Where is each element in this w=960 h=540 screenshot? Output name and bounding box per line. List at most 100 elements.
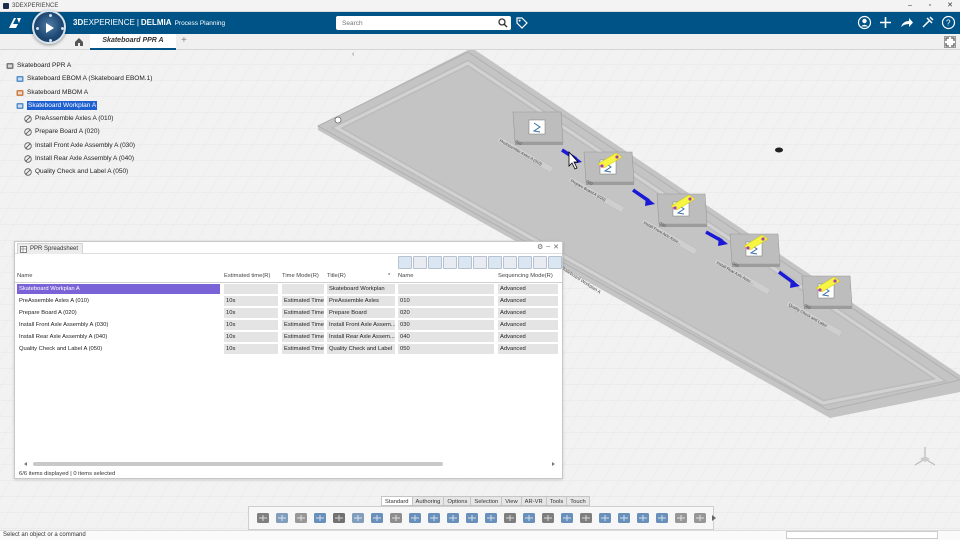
tree-item-label: Install Front Axle Assembly A (030)	[35, 141, 136, 149]
command-tab[interactable]: View	[501, 496, 522, 506]
transfer-icon[interactable]	[483, 510, 499, 526]
collapse-tree-icon[interactable]: ‹	[352, 51, 360, 60]
add-icon[interactable]	[878, 15, 893, 30]
command-tab[interactable]: Selection	[470, 496, 503, 506]
paste-icon[interactable]	[293, 510, 309, 526]
search-input[interactable]	[336, 16, 496, 30]
user-profile-icon[interactable]	[857, 15, 872, 30]
add-tab-button[interactable]: +	[181, 35, 187, 46]
column-header[interactable]: Name	[398, 273, 413, 279]
table-row[interactable]: Install Rear Axle Assembly A (040) 10s Est…	[15, 331, 562, 343]
tree-item-label: Prepare Board A (020)	[35, 128, 100, 136]
minimize-panel-icon[interactable]: –	[546, 243, 550, 251]
column-header[interactable]: Sequencing Mode(R)	[498, 273, 553, 279]
table-row[interactable]: Quality Check and Label A (050) 10s Estima…	[15, 343, 562, 355]
camera-icon[interactable]	[559, 510, 575, 526]
hierarchy-icon[interactable]	[521, 510, 537, 526]
bar-chart-icon[interactable]	[635, 510, 651, 526]
export-icon[interactable]	[692, 510, 708, 526]
link-icon[interactable]	[369, 510, 385, 526]
command-input[interactable]	[786, 531, 938, 539]
tag-icon[interactable]	[515, 16, 529, 30]
search-box[interactable]	[336, 16, 511, 30]
column-header[interactable]: Title(R)	[327, 273, 346, 279]
fullscreen-icon[interactable]	[944, 36, 956, 48]
column-header[interactable]: Time Mode(R)	[282, 273, 319, 279]
flow-icon[interactable]	[502, 510, 518, 526]
gantt-icon[interactable]	[597, 510, 613, 526]
help-icon[interactable]: ?	[941, 15, 956, 30]
columns-icon[interactable]	[413, 256, 427, 269]
tools-icon[interactable]	[920, 15, 935, 30]
search-icon[interactable]	[498, 18, 508, 28]
tree-item[interactable]: Install Rear Axle Assembly A (040)	[4, 152, 204, 165]
tree-item[interactable]: PreAssemble Axles A (010)	[4, 112, 204, 125]
tree-item[interactable]: Install Front Axle Assembly A (030)	[4, 139, 204, 152]
window-controls: – ▫ ✕	[900, 0, 960, 12]
command-tab[interactable]: Authoring	[411, 496, 445, 506]
cycle-icon[interactable]	[426, 510, 442, 526]
scroll-thumb[interactable]	[33, 462, 443, 466]
table-row[interactable]: Prepare Board A (020) 10s Estimated Time Pr…	[15, 307, 562, 319]
swap-icon[interactable]	[533, 256, 547, 269]
table-row[interactable]: Install Front Axle Assembly A (030) 10s Es…	[15, 319, 562, 331]
close-panel-icon[interactable]: ✕	[553, 243, 559, 251]
swap-icon[interactable]	[464, 510, 480, 526]
panel-title: PPR Spreadsheet	[30, 246, 79, 252]
settings-icon[interactable]: ⚙	[537, 243, 543, 251]
zoom-icon[interactable]	[331, 510, 347, 526]
maximize-button[interactable]: ▫	[920, 0, 940, 12]
document-icon[interactable]	[488, 256, 502, 269]
tree-item[interactable]: Skateboard Workplan A	[4, 99, 204, 112]
list-icon[interactable]	[518, 256, 532, 269]
command-tab[interactable]: Tools	[545, 496, 568, 506]
tree-item[interactable]: Skateboard EBOM A (Skateboard EBOM.1)	[4, 72, 204, 85]
tree-item[interactable]: Skateboard PPR A	[4, 59, 204, 72]
command-tab[interactable]: Options	[443, 496, 472, 506]
sync-icon[interactable]	[445, 510, 461, 526]
pen-icon[interactable]	[407, 510, 423, 526]
sync-icon[interactable]	[473, 256, 487, 269]
minimize-button[interactable]: –	[900, 0, 920, 12]
table-row[interactable]: Skateboard Workplan A Skateboard Workplan…	[15, 283, 562, 295]
workplan-icon	[16, 102, 24, 109]
column-header[interactable]: Estimated time(R)	[224, 273, 270, 279]
tab-skateboard-ppr[interactable]: Skateboard PPR A	[90, 34, 176, 50]
panel-tab[interactable]: PPR Spreadsheet	[17, 243, 84, 254]
tree-item[interactable]: Skateboard MBOM A	[4, 86, 204, 99]
tree-item[interactable]: Prepare Board A (020)	[4, 125, 204, 138]
tree-item-label: PreAssemble Axles A (010)	[35, 115, 114, 123]
book-icon[interactable]	[350, 510, 366, 526]
home-icon[interactable]	[74, 37, 84, 47]
table-row[interactable]: PreAssemble Axles A (010) 10s Estimated Ti…	[15, 295, 562, 307]
copy-icon[interactable]	[274, 510, 290, 526]
view-compass-icon[interactable]	[910, 445, 940, 471]
horizontal-scrollbar[interactable]	[23, 461, 556, 467]
monitor-icon[interactable]	[578, 510, 594, 526]
edit-icon[interactable]	[388, 510, 404, 526]
undo-icon[interactable]	[548, 256, 562, 269]
dassault-logo-icon[interactable]	[6, 15, 24, 31]
share-icon[interactable]	[899, 15, 914, 30]
compass-widget[interactable]	[32, 10, 66, 44]
undo-icon[interactable]	[312, 510, 328, 526]
close-button[interactable]: ✕	[940, 0, 960, 12]
command-tab[interactable]: AR-VR	[520, 496, 547, 506]
analysis-icon[interactable]	[654, 510, 670, 526]
command-tab[interactable]: Standard	[381, 496, 413, 506]
command-tab[interactable]: Touch	[566, 496, 590, 506]
export-icon[interactable]	[428, 256, 442, 269]
column-header[interactable]: Name	[17, 273, 32, 279]
filter-icon[interactable]	[398, 256, 412, 269]
report-icon[interactable]	[673, 510, 689, 526]
operation-icon	[24, 128, 32, 137]
list-icon[interactable]	[540, 510, 556, 526]
copy-icon[interactable]	[503, 256, 517, 269]
cut-icon[interactable]	[255, 510, 271, 526]
chart-icon[interactable]	[616, 510, 632, 526]
refresh-icon[interactable]	[458, 256, 472, 269]
insert-icon[interactable]	[443, 256, 457, 269]
tree-item[interactable]: Quality Check and Label A (050)	[4, 165, 204, 178]
column-header[interactable]: *	[388, 273, 390, 279]
more-icon[interactable]	[711, 510, 717, 526]
